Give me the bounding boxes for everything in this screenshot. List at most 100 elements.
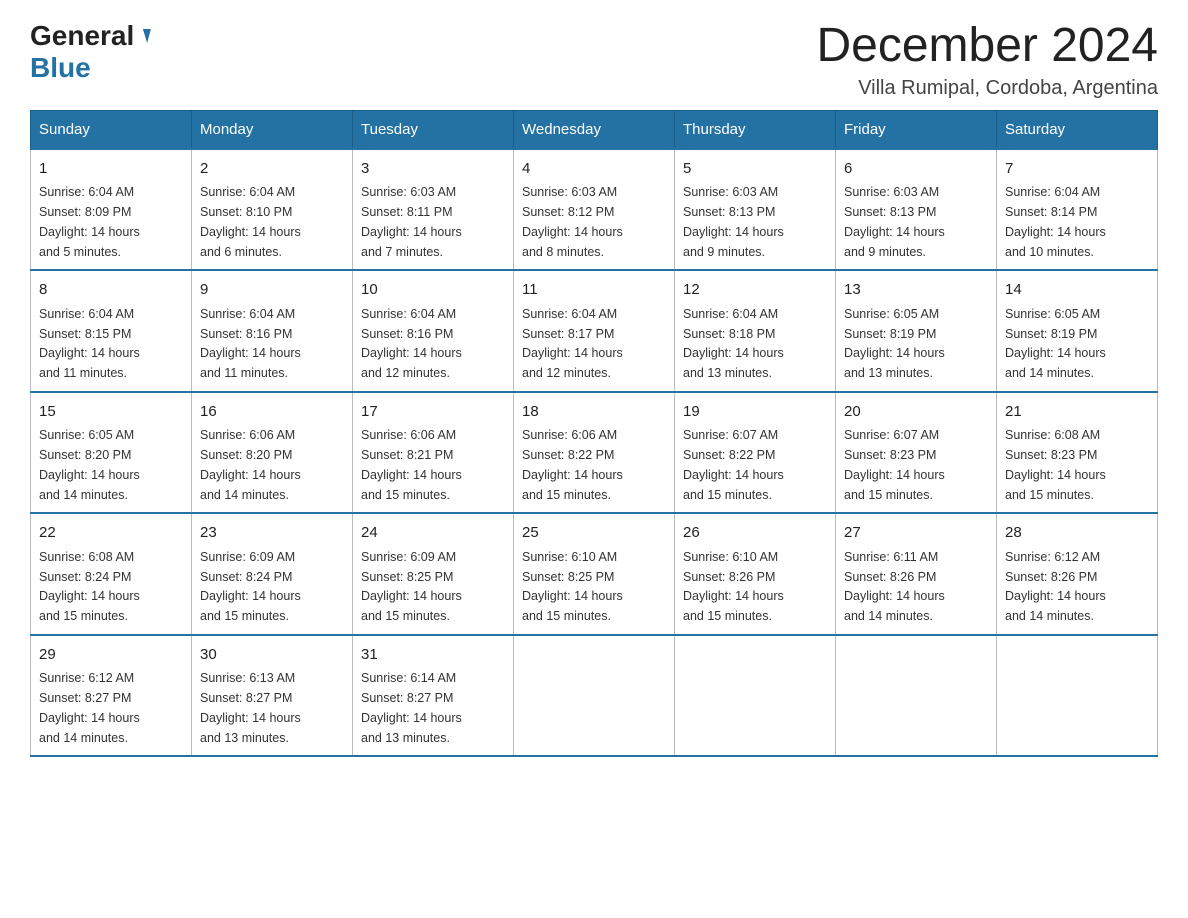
day-number: 26 (683, 522, 827, 545)
table-row: 31 Sunrise: 6:14 AMSunset: 8:27 PMDaylig… (353, 635, 514, 757)
table-row: 16 Sunrise: 6:06 AMSunset: 8:20 PMDaylig… (192, 392, 353, 514)
table-row: 25 Sunrise: 6:10 AMSunset: 8:25 PMDaylig… (514, 513, 675, 635)
day-info: Sunrise: 6:08 AMSunset: 8:23 PMDaylight:… (1005, 428, 1106, 501)
day-number: 2 (200, 158, 344, 181)
col-tuesday: Tuesday (353, 110, 514, 149)
day-number: 12 (683, 279, 827, 302)
day-number: 28 (1005, 522, 1149, 545)
day-number: 29 (39, 644, 183, 667)
table-row: 8 Sunrise: 6:04 AMSunset: 8:15 PMDayligh… (31, 270, 192, 392)
calendar-week-row: 1 Sunrise: 6:04 AMSunset: 8:09 PMDayligh… (31, 149, 1158, 271)
day-number: 17 (361, 401, 505, 424)
day-info: Sunrise: 6:04 AMSunset: 8:16 PMDaylight:… (200, 307, 301, 380)
day-number: 10 (361, 279, 505, 302)
table-row: 27 Sunrise: 6:11 AMSunset: 8:26 PMDaylig… (836, 513, 997, 635)
day-info: Sunrise: 6:03 AMSunset: 8:12 PMDaylight:… (522, 185, 623, 258)
day-number: 9 (200, 279, 344, 302)
day-number: 6 (844, 158, 988, 181)
table-row: 10 Sunrise: 6:04 AMSunset: 8:16 PMDaylig… (353, 270, 514, 392)
day-info: Sunrise: 6:03 AMSunset: 8:13 PMDaylight:… (844, 185, 945, 258)
day-info: Sunrise: 6:11 AMSunset: 8:26 PMDaylight:… (844, 550, 945, 623)
day-number: 13 (844, 279, 988, 302)
day-number: 5 (683, 158, 827, 181)
day-number: 4 (522, 158, 666, 181)
col-saturday: Saturday (997, 110, 1158, 149)
day-info: Sunrise: 6:04 AMSunset: 8:14 PMDaylight:… (1005, 185, 1106, 258)
calendar-header-row: Sunday Monday Tuesday Wednesday Thursday… (31, 110, 1158, 149)
table-row (675, 635, 836, 757)
day-info: Sunrise: 6:06 AMSunset: 8:22 PMDaylight:… (522, 428, 623, 501)
day-info: Sunrise: 6:04 AMSunset: 8:18 PMDaylight:… (683, 307, 784, 380)
table-row: 30 Sunrise: 6:13 AMSunset: 8:27 PMDaylig… (192, 635, 353, 757)
logo-general-text: General (30, 20, 134, 52)
day-info: Sunrise: 6:05 AMSunset: 8:19 PMDaylight:… (1005, 307, 1106, 380)
table-row: 23 Sunrise: 6:09 AMSunset: 8:24 PMDaylig… (192, 513, 353, 635)
col-thursday: Thursday (675, 110, 836, 149)
table-row: 28 Sunrise: 6:12 AMSunset: 8:26 PMDaylig… (997, 513, 1158, 635)
day-number: 15 (39, 401, 183, 424)
day-number: 25 (522, 522, 666, 545)
day-number: 1 (39, 158, 183, 181)
day-number: 22 (39, 522, 183, 545)
table-row: 20 Sunrise: 6:07 AMSunset: 8:23 PMDaylig… (836, 392, 997, 514)
day-number: 3 (361, 158, 505, 181)
col-wednesday: Wednesday (514, 110, 675, 149)
calendar-table: Sunday Monday Tuesday Wednesday Thursday… (30, 110, 1158, 758)
day-info: Sunrise: 6:03 AMSunset: 8:11 PMDaylight:… (361, 185, 462, 258)
table-row: 2 Sunrise: 6:04 AMSunset: 8:10 PMDayligh… (192, 149, 353, 271)
day-info: Sunrise: 6:06 AMSunset: 8:20 PMDaylight:… (200, 428, 301, 501)
table-row (997, 635, 1158, 757)
day-info: Sunrise: 6:04 AMSunset: 8:10 PMDaylight:… (200, 185, 301, 258)
table-row: 13 Sunrise: 6:05 AMSunset: 8:19 PMDaylig… (836, 270, 997, 392)
calendar-week-row: 15 Sunrise: 6:05 AMSunset: 8:20 PMDaylig… (31, 392, 1158, 514)
day-number: 30 (200, 644, 344, 667)
table-row: 1 Sunrise: 6:04 AMSunset: 8:09 PMDayligh… (31, 149, 192, 271)
table-row: 18 Sunrise: 6:06 AMSunset: 8:22 PMDaylig… (514, 392, 675, 514)
table-row: 9 Sunrise: 6:04 AMSunset: 8:16 PMDayligh… (192, 270, 353, 392)
day-number: 21 (1005, 401, 1149, 424)
day-info: Sunrise: 6:09 AMSunset: 8:24 PMDaylight:… (200, 550, 301, 623)
table-row: 6 Sunrise: 6:03 AMSunset: 8:13 PMDayligh… (836, 149, 997, 271)
day-info: Sunrise: 6:04 AMSunset: 8:15 PMDaylight:… (39, 307, 140, 380)
logo-blue-text: Blue (30, 52, 91, 83)
logo: General Blue (30, 20, 149, 84)
table-row: 3 Sunrise: 6:03 AMSunset: 8:11 PMDayligh… (353, 149, 514, 271)
logo-arrow-icon (139, 29, 151, 43)
table-row: 5 Sunrise: 6:03 AMSunset: 8:13 PMDayligh… (675, 149, 836, 271)
day-info: Sunrise: 6:12 AMSunset: 8:26 PMDaylight:… (1005, 550, 1106, 623)
table-row: 19 Sunrise: 6:07 AMSunset: 8:22 PMDaylig… (675, 392, 836, 514)
day-info: Sunrise: 6:08 AMSunset: 8:24 PMDaylight:… (39, 550, 140, 623)
day-info: Sunrise: 6:09 AMSunset: 8:25 PMDaylight:… (361, 550, 462, 623)
table-row: 29 Sunrise: 6:12 AMSunset: 8:27 PMDaylig… (31, 635, 192, 757)
day-info: Sunrise: 6:04 AMSunset: 8:09 PMDaylight:… (39, 185, 140, 258)
day-number: 31 (361, 644, 505, 667)
calendar-week-row: 22 Sunrise: 6:08 AMSunset: 8:24 PMDaylig… (31, 513, 1158, 635)
table-row: 21 Sunrise: 6:08 AMSunset: 8:23 PMDaylig… (997, 392, 1158, 514)
table-row: 26 Sunrise: 6:10 AMSunset: 8:26 PMDaylig… (675, 513, 836, 635)
col-sunday: Sunday (31, 110, 192, 149)
table-row: 17 Sunrise: 6:06 AMSunset: 8:21 PMDaylig… (353, 392, 514, 514)
day-info: Sunrise: 6:05 AMSunset: 8:19 PMDaylight:… (844, 307, 945, 380)
day-number: 24 (361, 522, 505, 545)
col-friday: Friday (836, 110, 997, 149)
calendar-week-row: 8 Sunrise: 6:04 AMSunset: 8:15 PMDayligh… (31, 270, 1158, 392)
day-info: Sunrise: 6:10 AMSunset: 8:26 PMDaylight:… (683, 550, 784, 623)
day-info: Sunrise: 6:14 AMSunset: 8:27 PMDaylight:… (361, 671, 462, 744)
day-info: Sunrise: 6:06 AMSunset: 8:21 PMDaylight:… (361, 428, 462, 501)
day-info: Sunrise: 6:12 AMSunset: 8:27 PMDaylight:… (39, 671, 140, 744)
subtitle: Villa Rumipal, Cordoba, Argentina (816, 77, 1158, 100)
day-number: 14 (1005, 279, 1149, 302)
table-row: 22 Sunrise: 6:08 AMSunset: 8:24 PMDaylig… (31, 513, 192, 635)
day-number: 27 (844, 522, 988, 545)
table-row: 24 Sunrise: 6:09 AMSunset: 8:25 PMDaylig… (353, 513, 514, 635)
day-info: Sunrise: 6:05 AMSunset: 8:20 PMDaylight:… (39, 428, 140, 501)
day-number: 20 (844, 401, 988, 424)
day-info: Sunrise: 6:04 AMSunset: 8:17 PMDaylight:… (522, 307, 623, 380)
table-row (514, 635, 675, 757)
col-monday: Monday (192, 110, 353, 149)
day-number: 19 (683, 401, 827, 424)
table-row: 4 Sunrise: 6:03 AMSunset: 8:12 PMDayligh… (514, 149, 675, 271)
day-number: 23 (200, 522, 344, 545)
title-area: December 2024 Villa Rumipal, Cordoba, Ar… (816, 20, 1158, 100)
day-info: Sunrise: 6:04 AMSunset: 8:16 PMDaylight:… (361, 307, 462, 380)
